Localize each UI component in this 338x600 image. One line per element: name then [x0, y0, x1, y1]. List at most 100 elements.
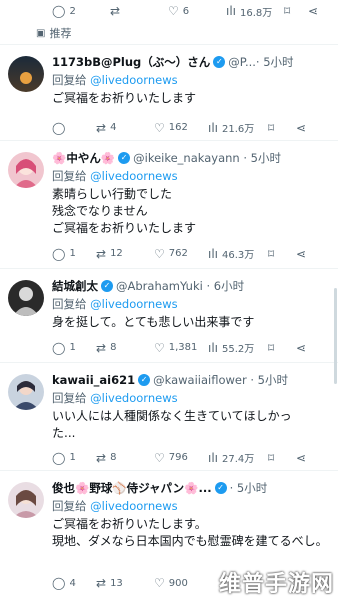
- reply-mention[interactable]: @livedoornews: [90, 499, 177, 513]
- avatar[interactable]: [8, 56, 44, 92]
- avatar[interactable]: [8, 152, 44, 188]
- tweet-text: ご冥福をお祈りいたします。 現地、ダメなら日本国内でも慰霊碑を建てるべし。: [52, 517, 328, 548]
- author-handle[interactable]: @P...: [228, 55, 256, 69]
- heart-icon: ♡: [154, 450, 165, 465]
- views-button[interactable]: ılı 21.6万: [208, 120, 268, 136]
- recommended-label: ▣ 推荐: [0, 22, 338, 45]
- share-icon: ⋖: [308, 4, 319, 18]
- author-name[interactable]: kawaii_ai621: [52, 373, 135, 387]
- share-button[interactable]: ⋖: [296, 247, 316, 261]
- views-button[interactable]: ılı 46.3万: [208, 246, 268, 262]
- reply-mention[interactable]: @livedoornews: [90, 73, 177, 87]
- verified-icon: ✓: [118, 152, 131, 164]
- previous-tweet-actions: ◯ 2 ⇄ ♡ 6 ılı 16.8万 ⌑ ⋖: [0, 0, 338, 22]
- heart-icon: ♡: [154, 120, 165, 135]
- reply-button[interactable]: ◯: [52, 121, 96, 135]
- views-icon: ılı: [226, 4, 237, 18]
- tweet-text: いい人には人種関係なく生きていてほしかっ た...: [52, 409, 292, 440]
- reply-icon: ◯: [52, 4, 66, 18]
- tweet[interactable]: 1173bB@Plug（ぶ～）さん ✓ @P... · 5小时 回复给 @livedo…: [0, 46, 338, 141]
- tweet-text: ご冥福をお祈りいたします: [52, 91, 197, 105]
- tweet[interactable]: kawaii_ai621 ✓ @kawaiiaiflower · 5小时 回复给 @…: [0, 364, 338, 471]
- share-icon: ⋖: [296, 340, 307, 355]
- reply-button[interactable]: ◯ 4: [52, 576, 96, 590]
- retweet-icon: ⇄: [96, 576, 107, 590]
- heart-icon: ♡: [168, 4, 179, 18]
- like-button[interactable]: ♡ 762: [154, 247, 208, 261]
- share-button[interactable]: ⋖: [308, 4, 328, 18]
- verified-icon: ✓: [214, 482, 227, 494]
- retweet-button[interactable]: ⇄ 8: [96, 451, 154, 465]
- bookmark-icon: ⌑: [268, 246, 275, 261]
- views-icon: ılı: [208, 246, 219, 261]
- like-button[interactable]: ♡ 900: [154, 576, 208, 590]
- retweet-icon: ⇄: [96, 340, 107, 355]
- bookmark-button[interactable]: ⌑: [268, 121, 296, 135]
- bookmark-icon: ⌑: [268, 450, 275, 465]
- retweet-button[interactable]: ⇄ 8: [96, 341, 154, 355]
- heart-icon: ♡: [154, 576, 165, 590]
- reply-mention[interactable]: @livedoornews: [90, 391, 177, 405]
- retweet-icon: ⇄: [110, 4, 121, 18]
- share-icon: ⋖: [296, 120, 307, 135]
- avatar[interactable]: [8, 482, 44, 518]
- author-name[interactable]: 結城創太: [52, 278, 98, 294]
- tweet[interactable]: 結城創太 ✓ @AbrahamYuki · 6小时 回复给 @livedoornew…: [0, 270, 338, 363]
- views-icon: ılı: [208, 340, 219, 355]
- share-icon: ⋖: [296, 450, 307, 465]
- author-name[interactable]: 1173bB@Plug（ぶ～）さん: [52, 54, 210, 70]
- like-button[interactable]: ♡ 6: [168, 4, 226, 18]
- avatar[interactable]: [8, 374, 44, 410]
- reply-icon: ◯: [52, 246, 66, 261]
- timestamp[interactable]: · 5小时: [256, 54, 294, 70]
- author-name[interactable]: 🌸中やん🌸: [52, 150, 115, 166]
- author-name[interactable]: 俊也🌸野球⚾侍ジャパン🌸...: [52, 480, 212, 496]
- share-button[interactable]: ⋖: [296, 121, 316, 135]
- retweet-icon: ⇄: [96, 450, 107, 465]
- like-button[interactable]: ♡ 796: [154, 451, 208, 465]
- watermark: 维普手游网: [218, 572, 334, 597]
- retweet-icon: ⇄: [96, 120, 107, 135]
- author-handle[interactable]: @ikeike_nakayann · 5小时: [133, 150, 281, 166]
- bookmark-button[interactable]: ⌑: [284, 4, 308, 18]
- author-handle[interactable]: @AbrahamYuki · 6小时: [116, 278, 244, 294]
- views-button[interactable]: ılı 55.2万: [208, 340, 268, 356]
- bookmark-button[interactable]: ⌑: [268, 247, 296, 261]
- bookmark-icon: ⌑: [268, 120, 275, 135]
- reply-button[interactable]: ◯ 1: [52, 247, 96, 261]
- reply-button[interactable]: ◯ 2: [52, 4, 110, 18]
- verified-icon: ✓: [213, 56, 226, 68]
- reply-button[interactable]: ◯ 1: [52, 451, 96, 465]
- scrollbar[interactable]: [334, 288, 337, 384]
- reply-button[interactable]: ◯ 1: [52, 341, 96, 355]
- author-handle[interactable]: @kawaiiaiflower · 5小时: [153, 372, 288, 388]
- retweet-button[interactable]: ⇄: [110, 4, 168, 18]
- share-icon: ⋖: [296, 246, 307, 261]
- retweet-button[interactable]: ⇄ 4: [96, 121, 154, 135]
- reply-icon: ◯: [52, 450, 66, 465]
- heart-icon: ♡: [154, 246, 165, 261]
- recommend-icon: ▣: [36, 27, 46, 39]
- avatar[interactable]: [8, 280, 44, 316]
- share-button[interactable]: ⋖: [296, 341, 316, 355]
- retweet-button[interactable]: ⇄ 12: [96, 247, 154, 261]
- tweet-text: 身を挺して。とても悲しい出来事です: [52, 315, 255, 329]
- bookmark-button[interactable]: ⌑: [268, 451, 296, 465]
- tweet[interactable]: 🌸中やん🌸 ✓ @ikeike_nakayann · 5小时 回复给 @livedo…: [0, 142, 338, 269]
- reply-icon: ◯: [52, 120, 66, 135]
- reply-mention[interactable]: @livedoornews: [90, 297, 177, 311]
- retweet-button[interactable]: ⇄ 13: [96, 576, 154, 590]
- reply-context: 回复给 @livedoornews: [52, 297, 178, 311]
- like-button[interactable]: ♡ 162: [154, 121, 208, 135]
- views-button[interactable]: ılı 27.4万: [208, 450, 268, 466]
- retweet-icon: ⇄: [96, 246, 107, 261]
- like-button[interactable]: ♡ 1,381: [154, 341, 208, 355]
- tweet-text: 素晴らしい行動でした 残念でなりません ご冥福をお祈りいたします: [52, 187, 197, 235]
- views-button[interactable]: ılı 16.8万: [226, 4, 284, 19]
- reply-mention[interactable]: @livedoornews: [90, 169, 177, 183]
- share-button[interactable]: ⋖: [296, 451, 316, 465]
- bookmark-icon: ⌑: [284, 4, 291, 18]
- reply-context: 回复给 @livedoornews: [52, 499, 178, 513]
- timestamp[interactable]: · 5小时: [230, 480, 268, 496]
- bookmark-button[interactable]: ⌑: [268, 341, 296, 355]
